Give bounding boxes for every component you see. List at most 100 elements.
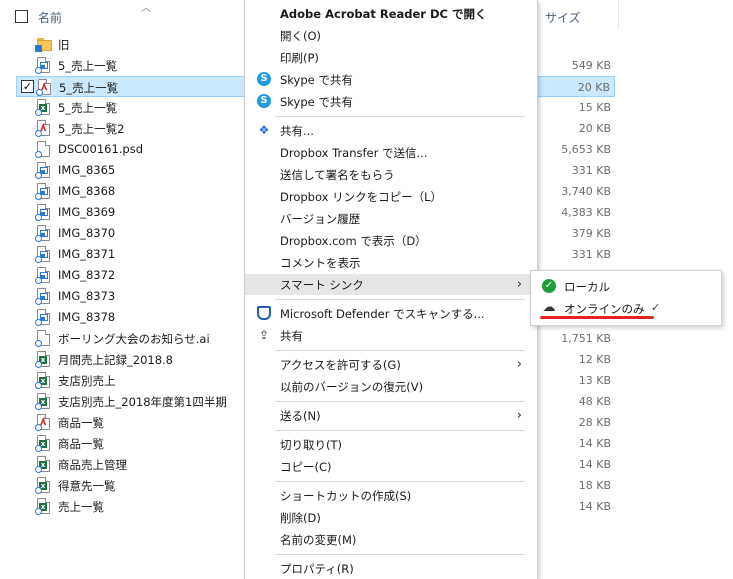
menu-item-label: Microsoft Defender でスキャンする... [280, 307, 485, 321]
file-name: IMG_8368 [58, 184, 116, 198]
menu-item-label: 開く(O) [280, 29, 322, 43]
menu-item-label: Dropbox リンクをコピー（L） [280, 190, 443, 204]
menu-item[interactable]: 印刷(P) [245, 47, 537, 68]
file-name: 支店別売上_2018年度第1四半期 [58, 395, 227, 409]
select-all-checkbox[interactable] [15, 10, 28, 23]
menu-item[interactable]: バージョン履歴 [245, 208, 537, 229]
file-name: IMG_8365 [58, 163, 116, 177]
annotation-underline [540, 316, 654, 319]
file-name: 支店別売上 [58, 374, 116, 388]
file-size: 20 KB [577, 81, 610, 94]
menu-item-label: Skype で共有 [280, 95, 353, 109]
menu-item-label: 削除(D) [280, 511, 321, 525]
file-size: 5,653 KB [561, 143, 611, 156]
file-name: 得意先一覧 [58, 479, 116, 493]
sort-ascending-icon: ︿ [141, 3, 151, 14]
menu-item[interactable]: アクセスを許可する(G) › [245, 354, 537, 375]
menu-item[interactable]: ⇪ 共有 [245, 325, 537, 346]
menu-item[interactable]: 切り取り(T) [245, 434, 537, 455]
menu-item[interactable]: コピー(C) [245, 456, 537, 477]
menu-item[interactable]: 開く(O) [245, 25, 537, 46]
menu-item[interactable]: ❖ 共有... [245, 120, 537, 141]
file-name: IMG_8371 [58, 247, 116, 261]
file-size: 14 KB [578, 437, 611, 450]
folder-icon [35, 36, 52, 52]
excel-file-icon: x [35, 435, 50, 452]
menu-item[interactable]: S Skype で共有 [245, 69, 537, 90]
checkmark-icon: ✓ [651, 301, 661, 314]
menu-item-label: Dropbox Transfer で送信... [280, 146, 428, 160]
skype-icon: S [257, 94, 271, 108]
excel-file-icon: x [35, 393, 50, 410]
menu-item-label: 以前のバージョンの復元(V) [280, 380, 424, 394]
menu-item[interactable]: 送信して署名をもらう [245, 164, 537, 185]
file-size: 4,383 KB [561, 206, 611, 219]
menu-item-label: Adobe Acrobat Reader DC で開く [280, 7, 487, 21]
file-name: 旧 [58, 38, 70, 52]
file-name: 5_売上一覧 [59, 81, 119, 95]
menu-item[interactable]: Dropbox Transfer で送信... [245, 142, 537, 163]
menu-item-label: Skype で共有 [280, 73, 353, 87]
image-file-icon [35, 162, 50, 179]
column-header-size[interactable]: サイズ [545, 9, 581, 26]
menu-item-label: バージョン履歴 [280, 212, 361, 226]
file-size: 48 KB [578, 395, 611, 408]
skype-icon: S [257, 72, 271, 86]
file-size: 20 KB [578, 122, 611, 135]
excel-file-icon: x [35, 477, 50, 494]
file-name: 5_売上一覧2 [58, 122, 125, 136]
column-header-name[interactable]: 名前 [38, 9, 62, 26]
submenu-item-local[interactable]: ✓ ローカル [531, 276, 721, 297]
menu-item[interactable]: 削除(D) [245, 507, 537, 528]
menu-item[interactable]: プロパティ(R) [245, 558, 537, 579]
menu-item-label: スマート シンク [280, 278, 364, 292]
menu-separator [275, 430, 525, 431]
menu-item[interactable]: 以前のバージョンの復元(V) [245, 376, 537, 397]
file-name: DSC00161.psd [58, 142, 144, 156]
menu-item-label: 送る(N) [280, 409, 321, 423]
file-size: 3,740 KB [561, 185, 611, 198]
share-icon: ⇪ [258, 328, 270, 342]
file-name: 5_売上一覧 [58, 59, 118, 73]
menu-item[interactable]: Adobe Acrobat Reader DC で開く [245, 3, 537, 24]
file-size: 15 KB [578, 101, 611, 114]
menu-item[interactable]: 名前の変更(M) [245, 529, 537, 550]
file-size: 1,751 KB [561, 332, 611, 345]
menu-item[interactable]: S Skype で共有 [245, 91, 537, 112]
context-menu: Adobe Acrobat Reader DC で開く 開く(O) 印刷(P) S Sk… [244, 0, 538, 579]
file-size: 12 KB [578, 353, 611, 366]
menu-item[interactable]: Dropbox.com で表示（D） [245, 230, 537, 251]
menu-item-label: プロパティ(R) [280, 562, 354, 576]
menu-item[interactable]: Microsoft Defender でスキャンする... [245, 303, 537, 324]
menu-item[interactable]: コメントを表示 [245, 252, 537, 273]
menu-item-label: 名前の変更(M) [280, 533, 357, 547]
row-checkbox[interactable]: ✓ [21, 80, 34, 93]
excel-file-icon: x [35, 372, 50, 389]
image-file-icon [35, 225, 50, 242]
cloud-icon: ☁ [542, 300, 556, 315]
chevron-right-icon: › [516, 277, 522, 292]
submenu-item-label: ローカル [564, 280, 610, 294]
menu-item-label: アクセスを許可する(G) [280, 358, 401, 372]
excel-file-icon: x [35, 99, 50, 116]
generic-file-icon [35, 141, 50, 158]
menu-item-label: 共有 [280, 329, 303, 343]
file-size: 28 KB [578, 416, 611, 429]
column-divider[interactable] [618, 0, 619, 30]
menu-item[interactable]: Dropbox リンクをコピー（L） [245, 186, 537, 207]
menu-separator [275, 116, 525, 117]
file-name: IMG_8373 [58, 289, 116, 303]
menu-item[interactable]: ショートカットの作成(S) [245, 485, 537, 506]
generic-file-icon [35, 330, 50, 347]
green-check-icon: ✓ [542, 279, 556, 293]
menu-item[interactable]: スマート シンク › [245, 274, 537, 295]
menu-item-label: Dropbox.com で表示（D） [280, 234, 427, 248]
pdf-file-icon: ʎ [35, 414, 50, 431]
file-size: 379 KB [571, 227, 611, 240]
file-name: IMG_8378 [58, 310, 116, 324]
menu-item-label: ショートカットの作成(S) [280, 489, 412, 503]
defender-icon [257, 306, 271, 320]
excel-file-icon: x [35, 456, 50, 473]
menu-separator [275, 481, 525, 482]
menu-item[interactable]: 送る(N) › [245, 405, 537, 426]
